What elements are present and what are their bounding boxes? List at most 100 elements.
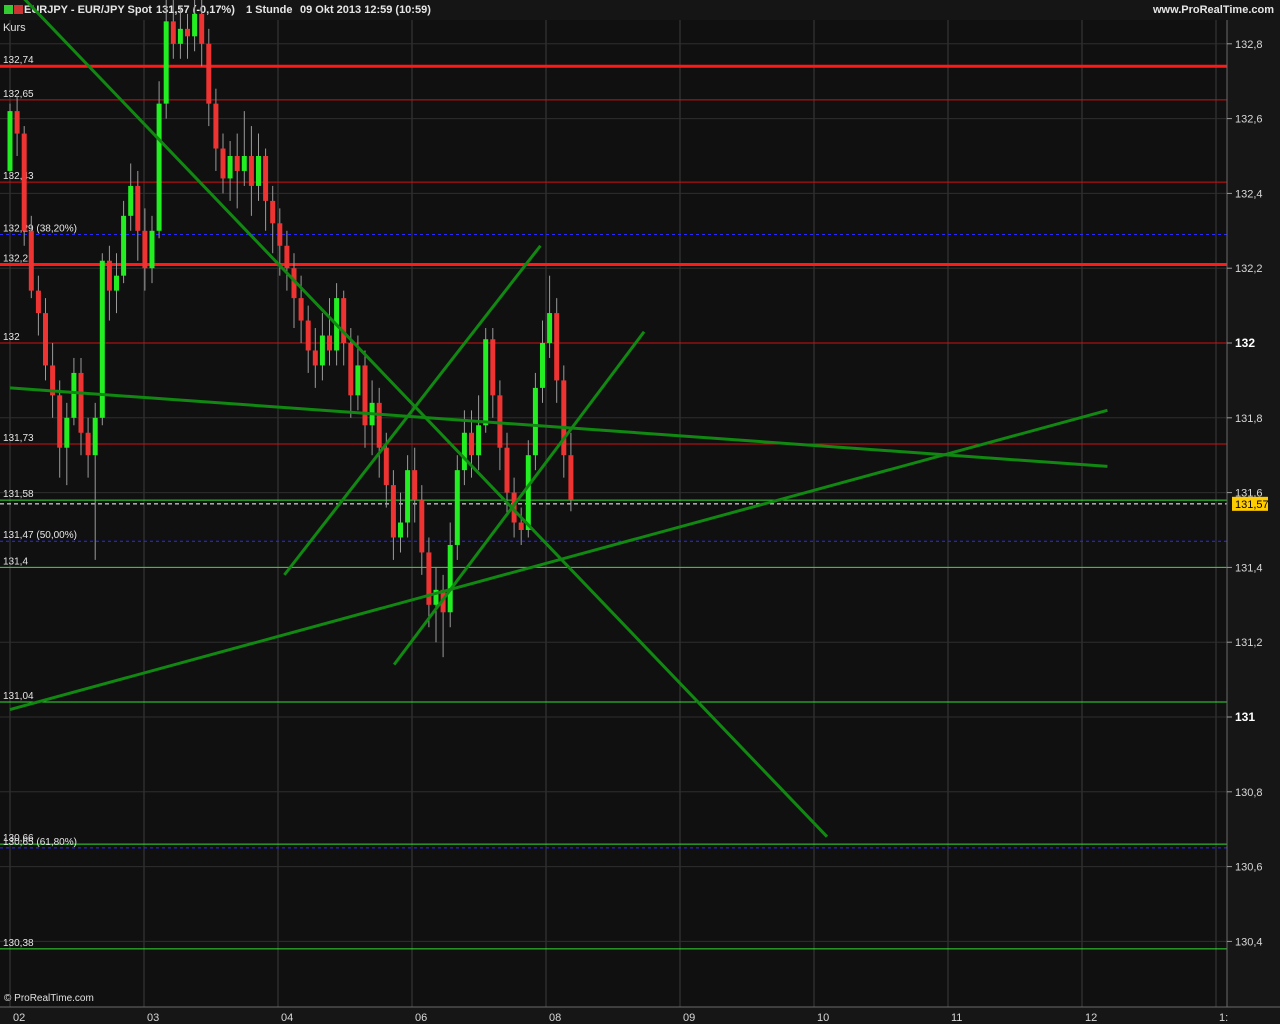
candle-body: [540, 343, 545, 388]
axis-tick-label: 131: [1235, 710, 1255, 724]
axis-tick-label: 130,8: [1235, 787, 1263, 799]
candle-body: [142, 230, 148, 269]
candle-body: [177, 28, 183, 44]
time-tick-label: 03: [147, 1012, 159, 1024]
candle-body: [376, 402, 382, 448]
candle-body: [419, 500, 425, 553]
candle-body: [241, 156, 247, 171]
candle-body: [64, 417, 70, 448]
level-label: 131,47 (50,00%): [3, 530, 77, 541]
candle-body: [447, 544, 453, 613]
axis-tick-label: 131,8: [1235, 413, 1263, 425]
axis-tick-label: 132,8: [1235, 39, 1263, 51]
plot-background: [0, 20, 1227, 1007]
candle-body: [554, 313, 560, 381]
candle-body: [21, 133, 27, 231]
candle-body: [504, 447, 510, 493]
candle-body: [92, 417, 98, 456]
candle-body: [128, 185, 134, 216]
candle-body: [405, 470, 411, 523]
candle-body: [85, 432, 91, 456]
candle-body: [43, 313, 48, 366]
candle-body: [476, 425, 482, 456]
candle-body: [106, 260, 112, 291]
candle-body: [270, 200, 276, 224]
grid: [0, 20, 1227, 1007]
time-tick-label: 04: [281, 1012, 293, 1024]
level-label: 131,04: [3, 691, 34, 702]
candle-body: [170, 21, 176, 44]
axis-tick-label: 130,4: [1235, 936, 1263, 948]
candle-body: [525, 455, 531, 530]
candle-body: [390, 485, 396, 538]
candle-body: [355, 365, 361, 396]
time-tick-label: 10: [817, 1012, 829, 1024]
candle-body: [483, 339, 489, 426]
time-tick-label: 02: [13, 1012, 25, 1024]
price-axis: 132,8132,6132,4132,2132131,8131,6131,413…: [1226, 20, 1280, 1007]
candle-body: [383, 447, 389, 486]
price-chart[interactable]: 132,74 132,65 132,43 132,29 (38,20%) 132,2 11…: [0, 0, 1280, 1024]
axis-tick-label: 132,6: [1235, 114, 1263, 126]
candle-body: [14, 111, 20, 134]
candle-body: [57, 395, 63, 448]
candle-body: [7, 111, 13, 171]
level-label: 131,73: [3, 433, 34, 444]
candle-body: [220, 148, 226, 179]
time-tick-label: 09: [683, 1012, 695, 1024]
candle-body: [114, 275, 119, 291]
panel-label: Kurs: [3, 22, 26, 34]
axis-tick-label: 132: [1235, 336, 1255, 350]
candle-body: [362, 365, 368, 426]
candle-body: [206, 43, 212, 104]
candle-body: [561, 380, 567, 456]
level-label: 130,38: [3, 938, 34, 949]
candle-body: [518, 522, 524, 530]
candle-body: [121, 215, 127, 276]
candle-body: [163, 21, 169, 104]
level-label: 132,43: [3, 171, 34, 182]
candle-body: [263, 156, 269, 201]
candle-body: [327, 335, 332, 351]
level-label: 132: [3, 332, 20, 343]
time-tick-label: 06: [415, 1012, 427, 1024]
level-label: 132,65: [3, 89, 34, 100]
candle-body: [461, 432, 467, 471]
time-tick-label: 08: [549, 1012, 561, 1024]
candle-body: [227, 156, 233, 179]
level-label: 132,29 (38,20%): [3, 224, 77, 235]
copyright-label: © ProRealTime.com: [4, 993, 94, 1004]
candle-body: [149, 230, 155, 269]
axis-tick-label: 132,4: [1235, 188, 1263, 200]
candle-body: [547, 313, 553, 343]
candle-body: [348, 343, 354, 396]
time-tick-label: 11: [951, 1012, 962, 1024]
candle-body: [469, 432, 474, 456]
axis-background: [1227, 20, 1280, 1007]
axis-tick-label: 130,6: [1235, 862, 1263, 874]
axis-tick-label: 132,2: [1235, 263, 1263, 275]
last-price-marker: 131,57: [1232, 496, 1269, 511]
candle-body: [454, 470, 460, 545]
candle-body: [568, 455, 574, 501]
axis-tick-label: 131,4: [1235, 562, 1263, 574]
axis-tick-label: 131,2: [1235, 637, 1263, 649]
level-label: 131,58: [3, 489, 34, 500]
candle-body: [341, 298, 347, 343]
candle-body: [412, 470, 418, 501]
candle-body: [135, 185, 141, 231]
candle-body: [78, 372, 84, 433]
candle-body: [298, 298, 304, 321]
candle-body: [199, 13, 205, 44]
level-label: 132,74: [3, 55, 34, 66]
candle-body: [312, 350, 318, 366]
candle-body: [256, 156, 261, 186]
candle-body: [277, 223, 283, 246]
candle-body: [185, 28, 190, 37]
time-axis: 02 03 04 06 08 09 10 11 12 1:: [0, 1006, 1280, 1024]
candle-body: [28, 230, 34, 291]
last-price-label: 131,57: [1235, 499, 1269, 511]
candle-body: [398, 522, 403, 538]
level-label: 130,65 (61,80%): [3, 837, 77, 848]
candle-body: [284, 245, 290, 269]
